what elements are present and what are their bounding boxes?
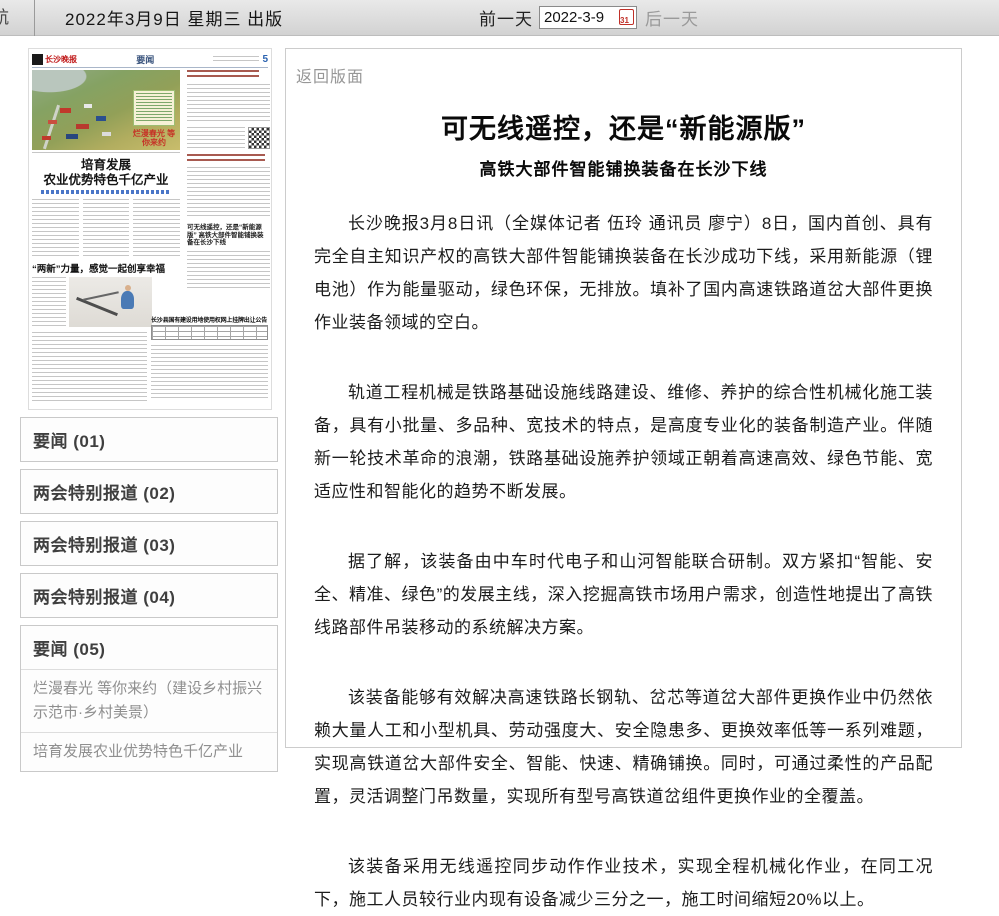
thumb-masthead-meta-lines [213,56,259,64]
thumb-mid-section [32,277,152,327]
thumb-right-text-lines [187,127,245,149]
article-panel: 返回版面 可无线遥控，还是“新能源版” 高铁大部件智能铺换装备在长沙下线 长沙晚… [285,48,962,748]
calendar-icon-day: 31 [620,16,629,25]
thumb-masthead: 长沙晚报 要闻 5 [32,52,268,68]
thumb-right-headline-lines [187,70,259,79]
thumb-roof [102,132,111,136]
thumb-notice-headline: 长沙县国有建设用地使用权网上挂牌出让公告 [151,315,270,324]
top-nav-bar: 航 2022年3月9日 星期三 出版 前一天 31 后一天 [0,0,999,36]
thumb-headline-line1: 培育发展 [32,158,180,173]
thumb-page-number: 5 [262,54,268,65]
thumb-text-column [133,199,180,257]
article-paragraph: 据了解，该装备由中车时代电子和山河智能联合研制。双方紧扣“智能、安全、精准、绿色… [314,545,933,644]
thumb-machine-bar [76,297,118,316]
thumb-photo-caption-line [32,152,180,155]
sidebar-article-link[interactable]: 培育发展农业优势特色千亿产业 [21,732,277,771]
article-title: 可无线遥控，还是“新能源版” [286,107,961,146]
sidebar: 长沙晚报 要闻 5 烂漫春光 等你来约 培育发展 农业优势特色千 [20,48,278,772]
sidebar-item-yaowen-01[interactable]: 要闻 (01) [20,417,278,462]
thumb-right-text-lines [187,251,270,291]
thumb-roof [66,134,78,139]
article-body: 长沙晚报3月8日讯（全媒体记者 伍玲 通讯员 廖宁）8日，国内首创、具有完全自主… [314,207,933,916]
nav-link-partial[interactable]: 航 [0,0,35,36]
thumb-photo-road [43,105,60,150]
sidebar-item-lianghui-02[interactable]: 两会特别报道 (02) [20,469,278,514]
thumb-paper-name: 长沙晚报 [45,54,77,65]
day-navigation: 前一天 31 后一天 [479,5,699,30]
thumb-text-column [83,199,130,257]
thumb-photo-badge-text: 烂漫春光 等你来约 [130,129,178,147]
thumb-roof [48,120,57,124]
article-paragraph: 轨道工程机械是铁路基础设施线路建设、维修、养护的综合性机械化施工装备，具有小批量… [314,376,933,508]
article-subtitle: 高铁大部件智能铺换装备在长沙下线 [286,155,961,180]
back-to-page-link[interactable]: 返回版面 [296,63,364,87]
thumb-roof [84,104,92,108]
thumb-photo-textbox-lines [136,93,172,123]
article-paragraph: 该装备能够有效解决高速铁路长钢轨、岔芯等道岔大部件更换作业中仍然依赖大量人工和小… [314,681,933,813]
calendar-icon[interactable]: 31 [619,9,634,25]
thumb-text-column [32,199,79,257]
thumb-body-columns [32,199,180,257]
thumb-subtitle-bar [41,190,171,194]
thumb-masthead-meta: 5 [213,54,268,65]
publish-date-label: 2022年3月9日 星期三 出版 [65,5,283,30]
thumb-machine-bar [83,291,119,300]
date-input[interactable] [540,9,614,26]
sidebar-article-link[interactable]: 烂漫春光 等你来约（建设乡村振兴示范市·乡村美景） [21,669,277,732]
prev-day-button[interactable]: 前一天 [479,5,533,30]
sidebar-group-yaowen-05: 要闻 (05) 烂漫春光 等你来约（建设乡村振兴示范市·乡村美景） 培育发展农业… [20,625,278,772]
thumb-right-column: 可无线遥控，还是“新能源版” 高铁大部件智能铺换装备在长沙下线 [187,70,270,315]
article-paragraph: 该装备采用无线遥控同步动作作业技术，实现全程机械化作业，在同工况下，施工人员较行… [314,850,933,916]
thumb-worker-figure [121,291,134,309]
thumb-right-text-lines [187,84,270,122]
thumb-section-title: 要闻 [77,53,213,66]
thumb-photo-textbox [133,90,175,126]
thumb-headline-second: “两新”力量，感觉一起创享幸福 [32,261,182,275]
thumb-headline-main: 培育发展 农业优势特色千亿产业 [32,158,180,188]
article-paragraph: 长沙晚报3月8日讯（全媒体记者 伍玲 通讯员 廖宁）8日，国内首创、具有完全自主… [314,207,933,339]
sidebar-item-lianghui-04[interactable]: 两会特别报道 (04) [20,573,278,618]
date-picker-field[interactable]: 31 [539,6,637,29]
sidebar-item-yaowen-05[interactable]: 要闻 (05) [21,626,277,669]
thumb-notice-table [151,325,268,340]
newspaper-page-thumbnail[interactable]: 长沙晚报 要闻 5 烂漫春光 等你来约 培育发展 农业优势特色千 [28,48,272,410]
next-day-button-disabled[interactable]: 后一天 [645,5,699,30]
thumb-roof [76,124,89,129]
thumb-logo-icon [32,54,43,65]
thumb-text-column [32,277,66,327]
thumb-right-text-lines [187,167,270,219]
thumb-roof [96,116,106,121]
thumb-headline-line2: 农业优势特色千亿产业 [32,173,180,188]
thumb-roof [60,108,71,113]
thumb-qr-row [187,127,270,149]
thumb-worker-photo [69,277,152,327]
thumb-qr-code [248,127,270,149]
sidebar-item-lianghui-03[interactable]: 两会特别报道 (03) [20,521,278,566]
thumb-roof [42,136,51,140]
thumb-current-article-teaser: 可无线遥控，还是“新能源版” 高铁大部件智能铺换装备在长沙下线 [187,224,270,247]
thumb-right-headline-lines [187,154,265,162]
thumb-aerial-photo: 烂漫春光 等你来约 [32,70,180,150]
thumb-text-column [32,332,147,401]
thumb-text-column [151,345,268,401]
